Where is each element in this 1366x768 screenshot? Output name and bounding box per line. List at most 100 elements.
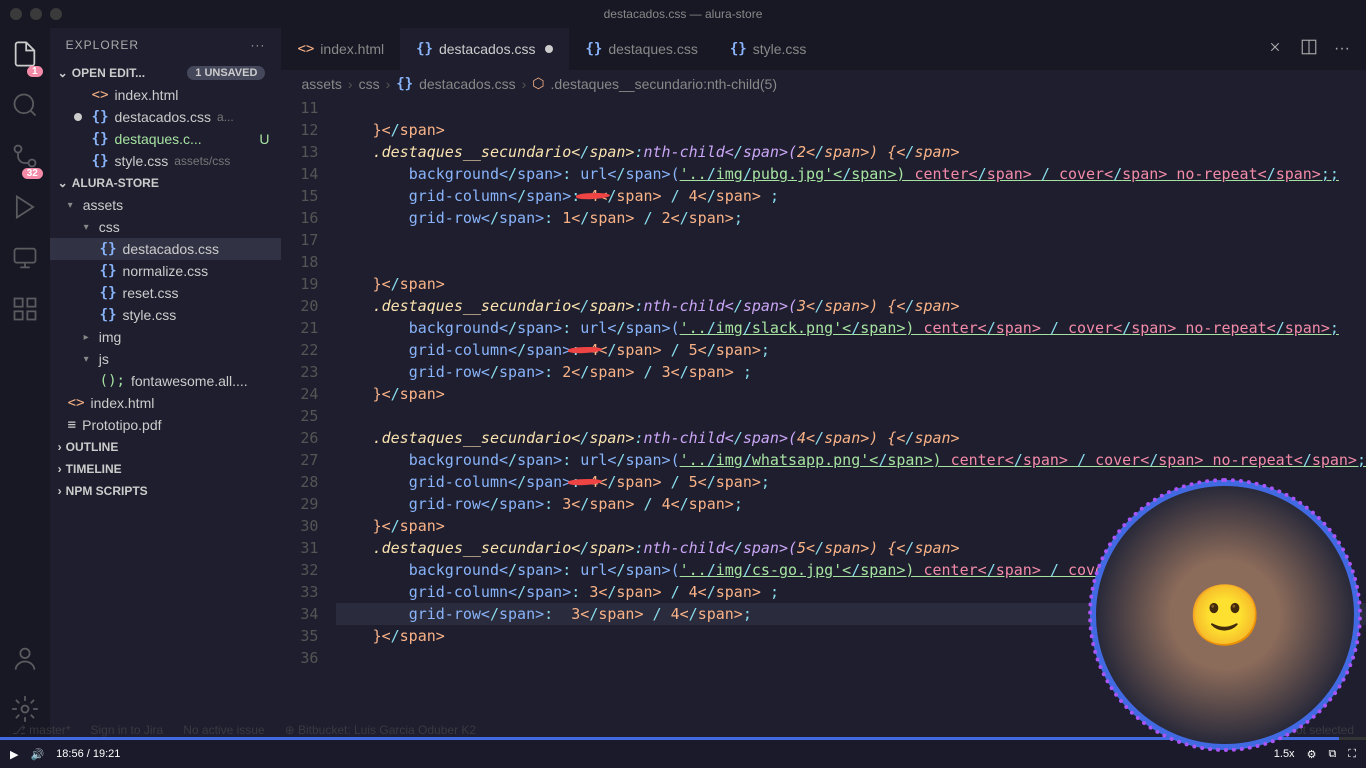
annotation-scribble	[576, 192, 610, 200]
item-label: css	[99, 219, 120, 235]
playback-speed[interactable]: 1.5x	[1274, 748, 1295, 760]
breadcrumb-part[interactable]: destacados.css	[419, 76, 516, 92]
file-item[interactable]: ≡ Prototipo.pdf	[50, 414, 282, 436]
item-label: destacados.css	[123, 241, 220, 257]
file-item[interactable]: {} destacados.css	[50, 238, 282, 260]
sidebar: EXPLORER ··· ⌄ OPEN EDIT... 1 UNSAVED <>…	[50, 28, 282, 740]
folder-assets[interactable]: ▾ assets	[50, 194, 282, 216]
status-item[interactable]: Sign in to Jira	[91, 723, 164, 737]
tab-label: destaques.css	[608, 41, 698, 57]
breadcrumb-part[interactable]: css	[359, 76, 380, 92]
file-icon: {}	[585, 41, 602, 57]
unsaved-badge: 1 UNSAVED	[187, 66, 265, 80]
file-item[interactable]: {}reset.css	[50, 282, 282, 304]
compare-icon[interactable]	[1266, 38, 1284, 61]
chevron-icon: ▾	[84, 354, 89, 365]
open-editors-section[interactable]: ⌄ OPEN EDIT... 1 UNSAVED	[50, 62, 282, 84]
search-icon[interactable]	[11, 91, 39, 124]
video-controls: ▶ 🔊 18:56 / 19:21 1.5x ⚙ ⧉ ⛶	[0, 740, 1366, 768]
chevron-right-icon: ›	[58, 484, 62, 498]
open-editor-item[interactable]: {}style.css assets/css	[50, 150, 282, 172]
extensions-icon[interactable]	[11, 295, 39, 328]
chevron-icon: ▾	[68, 200, 73, 211]
chevron-down-icon: ⌄	[58, 176, 68, 190]
open-editor-item[interactable]: <>index.html	[50, 84, 282, 106]
editor-tab[interactable]: <>index.html	[281, 28, 400, 70]
split-icon[interactable]	[1300, 38, 1318, 61]
chevron-icon: ▸	[84, 332, 89, 343]
file-name: destacados.css	[115, 109, 212, 125]
file-item[interactable]: {} style.css	[50, 304, 282, 326]
volume-icon[interactable]: 🔊	[30, 748, 44, 761]
editor-tab[interactable]: {} destacados.css	[400, 28, 569, 70]
activity-bar: 1 32	[0, 28, 50, 740]
file-path: a...	[217, 110, 234, 124]
source-control-icon[interactable]: 32	[11, 142, 39, 175]
remote-icon[interactable]	[11, 244, 39, 277]
section-header[interactable]: › NPM SCRIPTS	[50, 480, 282, 502]
folder-css[interactable]: ▾css	[50, 216, 282, 238]
section-header[interactable]: ›OUTLINE	[50, 436, 282, 458]
more-icon[interactable]: ···	[1334, 40, 1350, 58]
project-name-label: ALURA-STORE	[72, 176, 159, 190]
traffic-lights	[10, 8, 62, 20]
editor-tab[interactable]: {}style.css	[714, 28, 823, 70]
sidebar-header: EXPLORER ···	[50, 28, 282, 62]
file-icon: {}	[100, 241, 117, 257]
file-icon: {}	[100, 307, 117, 323]
item-label: index.html	[91, 395, 155, 411]
item-label: normalize.css	[123, 263, 209, 279]
file-item[interactable]: <> index.html	[50, 392, 282, 414]
file-icon: {}	[92, 153, 109, 169]
file-icon: <>	[297, 41, 314, 57]
file-item[interactable]: ();fontawesome.all....	[50, 370, 282, 392]
close-light[interactable]	[10, 8, 22, 20]
titlebar: destacados.css — alura-store	[0, 0, 1366, 28]
status-item[interactable]: Bitbucket: Luis Garcia Oduber K2	[298, 723, 476, 737]
section-header[interactable]: › TIMELINE	[50, 458, 282, 480]
file-name: destaques.c...	[115, 131, 202, 147]
folder-js[interactable]: ▾ js	[50, 348, 282, 370]
editor-tab[interactable]: {} destaques.css	[569, 28, 713, 70]
item-label: style.css	[123, 307, 177, 323]
file-icon: <>	[68, 395, 85, 411]
folder-img[interactable]: ▸ img	[50, 326, 282, 348]
project-section[interactable]: ⌄ ALURA-STORE	[50, 172, 282, 194]
line-numbers: 11 12 13 14 15 16 17 18 19 20 21 22 23 2…	[281, 97, 336, 740]
breadcrumb-part[interactable]: assets	[301, 76, 341, 92]
section-label: NPM SCRIPTS	[66, 484, 148, 498]
item-label: fontawesome.all....	[131, 373, 248, 389]
file-icon: {}	[92, 109, 109, 125]
file-item[interactable]: {}normalize.css	[50, 260, 282, 282]
status-item[interactable]: No active issue	[183, 723, 264, 737]
more-icon[interactable]: ···	[250, 38, 265, 52]
settings-icon[interactable]: ⚙	[1307, 748, 1317, 761]
git-branch[interactable]: master*	[29, 723, 70, 737]
file-icon: {}	[416, 41, 433, 57]
symbol-icon: ⬡	[532, 75, 544, 92]
open-editor-item[interactable]: {} destacados.css a...	[50, 106, 282, 128]
open-editor-item[interactable]: {}destaques.c...U	[50, 128, 282, 150]
maximize-light[interactable]	[50, 8, 62, 20]
tab-label: destacados.css	[439, 41, 536, 57]
debug-icon[interactable]	[11, 193, 39, 226]
pip-icon[interactable]: ⧉	[1328, 748, 1336, 761]
file-icon: ≡	[68, 417, 76, 433]
item-label: assets	[83, 197, 123, 213]
item-label: js	[99, 351, 109, 367]
item-label: img	[99, 329, 122, 345]
dirty-dot-icon	[545, 45, 553, 53]
account-icon[interactable]	[11, 644, 39, 677]
section-label: TIMELINE	[66, 462, 122, 476]
fullscreen-icon[interactable]: ⛶	[1348, 748, 1356, 761]
minimize-light[interactable]	[30, 8, 42, 20]
explorer-icon[interactable]: 1	[11, 40, 39, 73]
css-icon: {}	[396, 76, 413, 92]
breadcrumb[interactable]: assets› css› {} destacados.css› ⬡ .desta…	[281, 70, 1366, 97]
scm-badge: 32	[22, 168, 43, 179]
play-icon[interactable]: ▶	[10, 748, 18, 761]
chevron-right-icon: ›	[58, 462, 62, 476]
git-status: U	[259, 131, 269, 147]
breadcrumb-part[interactable]: .destaques__secundario:nth-child(5)	[551, 76, 777, 92]
item-label: Prototipo.pdf	[82, 417, 161, 433]
